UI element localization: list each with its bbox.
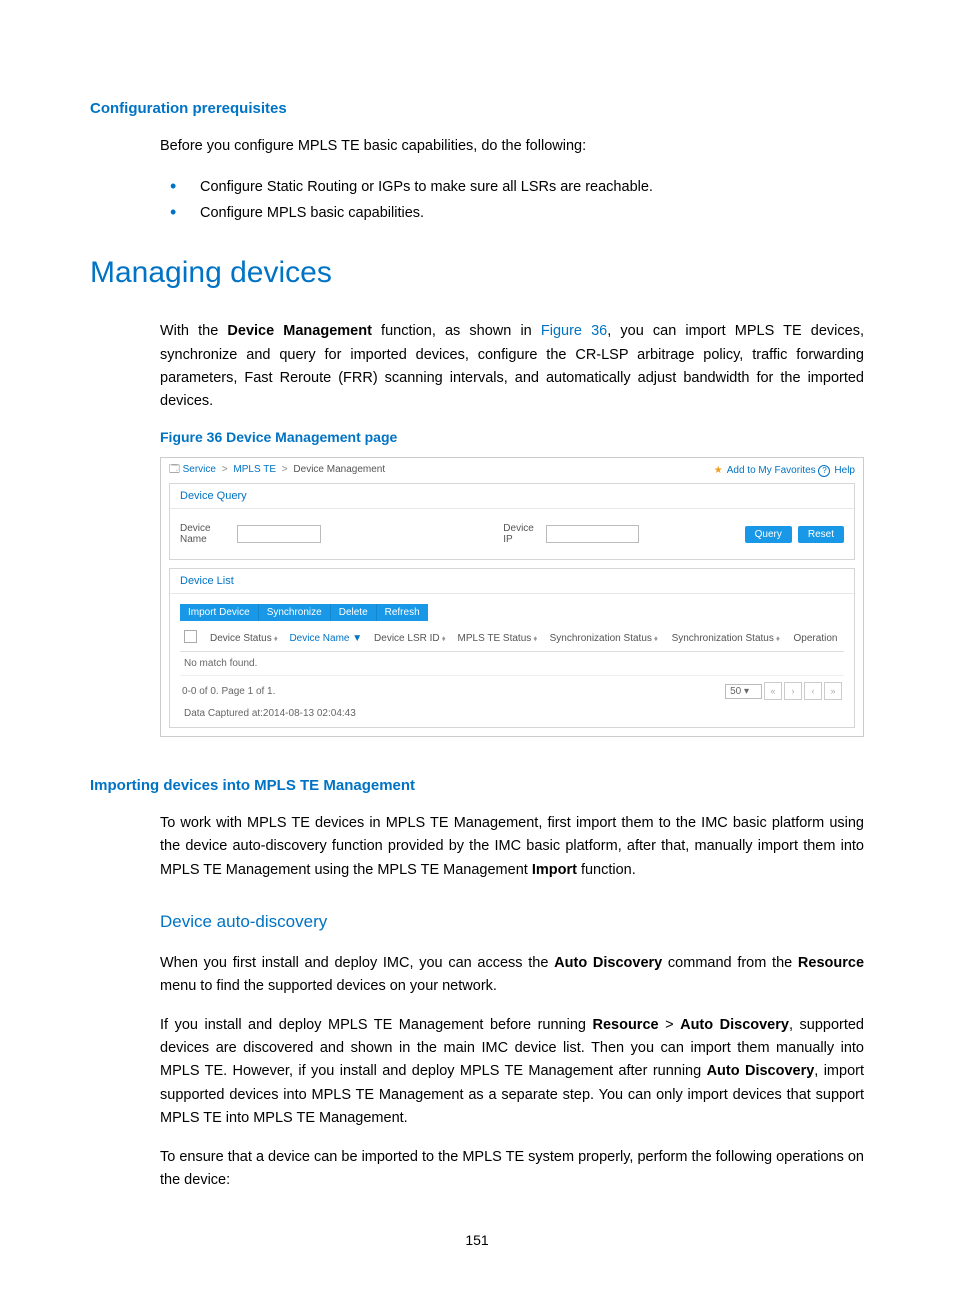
help-icon: ? xyxy=(818,465,830,477)
top-right-links: ★ Add to My Favorites ? Help xyxy=(714,465,855,477)
device-query-panel: Device Query Device Name Device IP Query… xyxy=(169,483,855,560)
text: With the xyxy=(160,323,227,339)
autodisc-p1: When you first install and deploy IMC, y… xyxy=(160,952,864,998)
autodisc-p3: To ensure that a device can be imported … xyxy=(160,1146,864,1192)
sort-icon: ♦ xyxy=(654,634,658,643)
col-device-name[interactable]: Device Name ▼ xyxy=(285,625,370,652)
breadcrumb-service[interactable]: Service xyxy=(183,464,216,475)
pager-next-button[interactable]: ‹ xyxy=(804,682,822,700)
breadcrumb-current: Device Management xyxy=(293,464,385,475)
prereq-intro: Before you configure MPLS TE basic capab… xyxy=(160,135,864,158)
reset-button[interactable]: Reset xyxy=(798,526,844,543)
device-list-title: Device List xyxy=(170,569,854,594)
pager-first-button[interactable]: « xyxy=(764,682,782,700)
col-mpls-te-status[interactable]: MPLS TE Status♦ xyxy=(454,625,546,652)
heading-importing-devices: Importing devices into MPLS TE Managemen… xyxy=(90,777,864,794)
breadcrumb-icon: 🗔 xyxy=(169,464,183,475)
sort-icon: ♦ xyxy=(533,634,537,643)
text: menu to find the supported devices on yo… xyxy=(160,978,497,994)
figure-screenshot: 🗔 Service > MPLS TE > Device Management … xyxy=(160,457,864,737)
delete-button[interactable]: Delete xyxy=(331,604,377,621)
bold-auto-discovery: Auto Discovery xyxy=(554,955,662,971)
help-link[interactable]: Help xyxy=(834,465,855,476)
refresh-button[interactable]: Refresh xyxy=(377,604,428,621)
prereq-item: Configure Static Routing or IGPs to make… xyxy=(160,174,864,200)
pager-prev-button[interactable]: › xyxy=(784,682,802,700)
sort-icon: ♦ xyxy=(442,634,446,643)
sort-desc-icon: ▼ xyxy=(352,633,362,644)
col-device-status[interactable]: Device Status♦ xyxy=(206,625,285,652)
text: If you install and deploy MPLS TE Manage… xyxy=(160,1017,592,1033)
text: function, as shown in xyxy=(372,323,541,339)
data-captured-text: Data Captured at:2014-08-13 02:04:43 xyxy=(180,704,844,721)
query-button[interactable]: Query xyxy=(745,526,792,543)
device-list-panel: Device List Import Device Synchronize De… xyxy=(169,568,855,728)
text: function. xyxy=(577,862,636,878)
page-number: 151 xyxy=(90,1232,864,1248)
col-operation: Operation xyxy=(790,625,844,652)
label-device-ip: Device IP xyxy=(503,523,538,545)
figure-caption: Figure 36 Device Management page xyxy=(160,429,864,445)
heading-managing-devices: Managing devices xyxy=(90,256,864,290)
import-device-button[interactable]: Import Device xyxy=(180,604,259,621)
device-name-input[interactable] xyxy=(237,525,321,543)
bold-auto-discovery: Auto Discovery xyxy=(680,1017,789,1033)
device-ip-input[interactable] xyxy=(546,525,638,543)
col-device-lsr-id[interactable]: Device LSR ID♦ xyxy=(370,625,454,652)
device-table: Device Status♦ Device Name ▼ Device LSR … xyxy=(180,625,844,676)
text: > xyxy=(659,1017,681,1033)
label-device-name: Device Name xyxy=(180,523,229,545)
sort-icon: ♦ xyxy=(776,634,780,643)
bold-auto-discovery: Auto Discovery xyxy=(707,1063,815,1079)
breadcrumb-mplste[interactable]: MPLS TE xyxy=(233,464,276,475)
pager-last-button[interactable]: » xyxy=(824,682,842,700)
col-sync-status-1[interactable]: Synchronization Status♦ xyxy=(546,625,668,652)
no-match-text: No match found. xyxy=(180,652,844,676)
page-size-select[interactable]: 50 ▾ xyxy=(725,684,762,699)
pager-summary: 0-0 of 0. Page 1 of 1. xyxy=(182,686,275,697)
breadcrumb: 🗔 Service > MPLS TE > Device Management xyxy=(169,462,385,479)
managing-devices-para: With the Device Management function, as … xyxy=(160,320,864,413)
col-sync-status-2[interactable]: Synchronization Status♦ xyxy=(668,625,790,652)
breadcrumb-sep: > xyxy=(282,464,288,475)
heading-auto-discovery: Device auto-discovery xyxy=(160,912,864,932)
select-all-checkbox[interactable] xyxy=(184,630,197,643)
star-icon: ★ xyxy=(714,465,723,476)
prereq-list: Configure Static Routing or IGPs to make… xyxy=(160,174,864,226)
bold-resource: Resource xyxy=(798,955,864,971)
prereq-item: Configure MPLS basic capabilities. xyxy=(160,200,864,226)
synchronize-button[interactable]: Synchronize xyxy=(259,604,331,621)
sort-icon: ♦ xyxy=(274,634,278,643)
bold-device-management: Device Management xyxy=(227,323,372,339)
breadcrumb-sep: > xyxy=(222,464,228,475)
heading-config-prereq: Configuration prerequisites xyxy=(90,100,864,117)
figure-link[interactable]: Figure 36 xyxy=(541,323,607,339)
bold-resource: Resource xyxy=(592,1017,658,1033)
bold-import: Import xyxy=(532,862,577,878)
text: To work with MPLS TE devices in MPLS TE … xyxy=(160,815,864,877)
text: When you first install and deploy IMC, y… xyxy=(160,955,554,971)
text: command from the xyxy=(662,955,798,971)
autodisc-p2: If you install and deploy MPLS TE Manage… xyxy=(160,1014,864,1130)
device-query-title: Device Query xyxy=(170,484,854,509)
importing-para: To work with MPLS TE devices in MPLS TE … xyxy=(160,812,864,882)
add-favorites-link[interactable]: Add to My Favorites xyxy=(727,465,816,476)
